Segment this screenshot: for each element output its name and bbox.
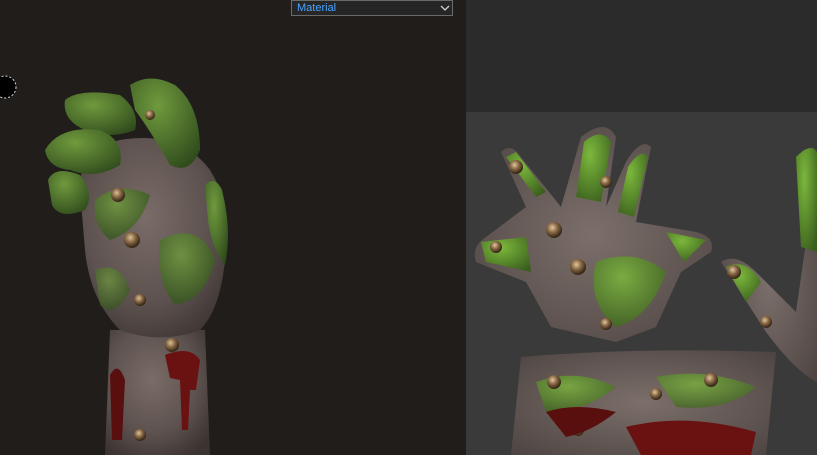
material-dropdown-label: Material <box>297 2 337 14</box>
chevron-down-icon[interactable] <box>438 1 452 15</box>
texture-viewport[interactable] <box>466 0 817 455</box>
3d-viewport[interactable]: Material <box>0 0 466 455</box>
zombie-hand-model[interactable] <box>0 0 466 455</box>
material-dropdown[interactable]: Material <box>291 0 453 16</box>
uv-texture-canvas[interactable] <box>466 112 817 455</box>
brush-cursor-icon <box>0 72 18 102</box>
